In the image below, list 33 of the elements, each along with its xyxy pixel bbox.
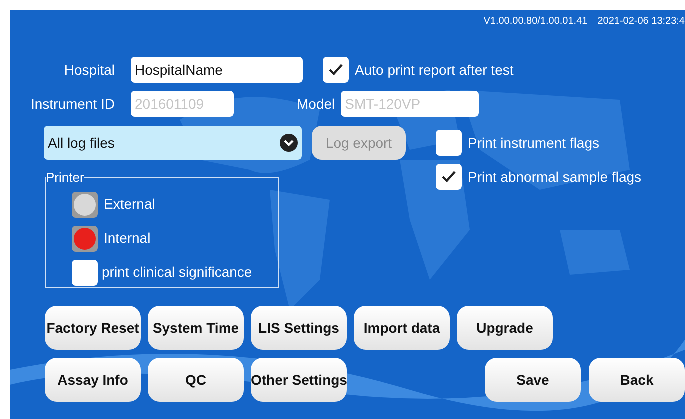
checkbox-label: Auto print report after test: [355, 60, 514, 80]
radio-button[interactable]: [72, 226, 98, 252]
action-button[interactable]: Assay Info: [45, 358, 141, 402]
action-button[interactable]: Import data: [354, 306, 450, 350]
action-button[interactable]: Factory Reset: [45, 306, 141, 350]
group-title: Printer: [46, 169, 84, 187]
checkbox[interactable]: [323, 57, 349, 83]
action-button[interactable]: Save: [485, 358, 581, 402]
action-button[interactable]: Upgrade: [457, 306, 553, 350]
version-text: V1.00.00.80/1.00.01.41: [484, 15, 588, 29]
action-button[interactable]: Other Settings: [251, 358, 347, 402]
checkbox[interactable]: [436, 164, 462, 190]
checkmark-icon: [328, 63, 344, 77]
chevron-down-icon: [280, 134, 298, 152]
field-label: Instrument ID: [30, 94, 115, 114]
log-select[interactable]: All log files: [44, 126, 302, 160]
checkbox[interactable]: [436, 130, 462, 156]
action-button[interactable]: QC: [148, 358, 244, 402]
checkbox-label: Print instrument flags: [468, 134, 600, 153]
action-button[interactable]: LIS Settings: [251, 306, 347, 350]
datetime-text: 2021-02-06 13:23:4: [598, 15, 685, 29]
hospital-field[interactable]: HospitalName: [131, 57, 303, 83]
radio-button[interactable]: [72, 192, 98, 218]
radio-label: Internal: [104, 229, 151, 248]
checkmark-icon: [441, 170, 457, 184]
checkbox[interactable]: [72, 260, 98, 286]
field-label: Model: [297, 94, 336, 114]
checkbox-label: Print abnormal sample flags: [468, 168, 642, 187]
action-button[interactable]: System Time: [148, 306, 244, 350]
action-button[interactable]: Back: [589, 358, 685, 402]
radio-label: External: [104, 195, 156, 214]
checkbox-label: print clinical significance: [102, 263, 252, 282]
field-label: Hospital: [63, 60, 115, 80]
